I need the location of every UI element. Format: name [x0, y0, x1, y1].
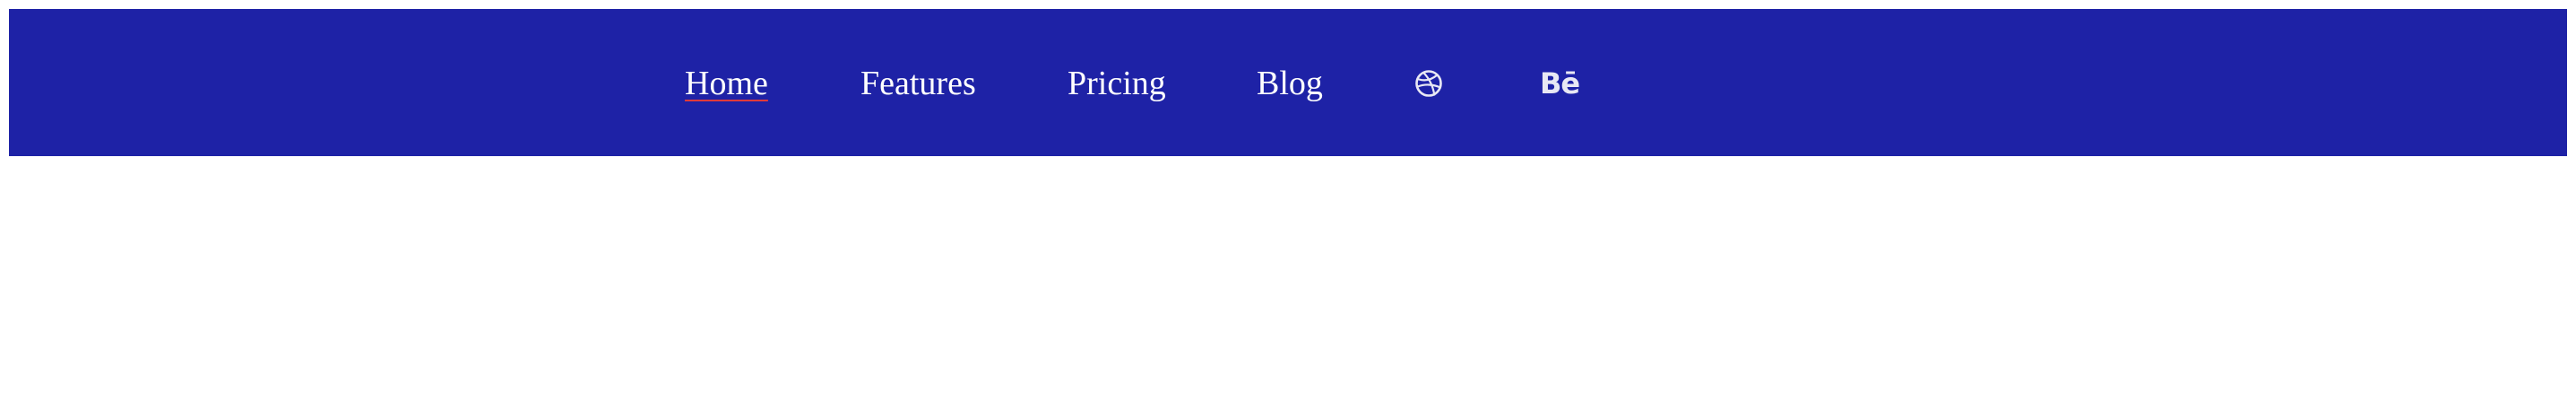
navbar: Home Features Pricing Blog Bē	[9, 9, 2567, 156]
nav-link-home[interactable]: Home	[685, 63, 768, 104]
nav-link-pricing[interactable]: Pricing	[1068, 63, 1166, 104]
nav-menu: Home Features Pricing Blog Bē	[9, 9, 2567, 156]
behance-link[interactable]: Bē	[1540, 63, 1580, 104]
behance-icon: Bē	[1540, 66, 1580, 100]
nav-link-blog[interactable]: Blog	[1257, 63, 1323, 104]
nav-link-features[interactable]: Features	[860, 63, 976, 104]
dribbble-link[interactable]	[1414, 63, 1443, 104]
dribbble-icon	[1415, 70, 1442, 97]
